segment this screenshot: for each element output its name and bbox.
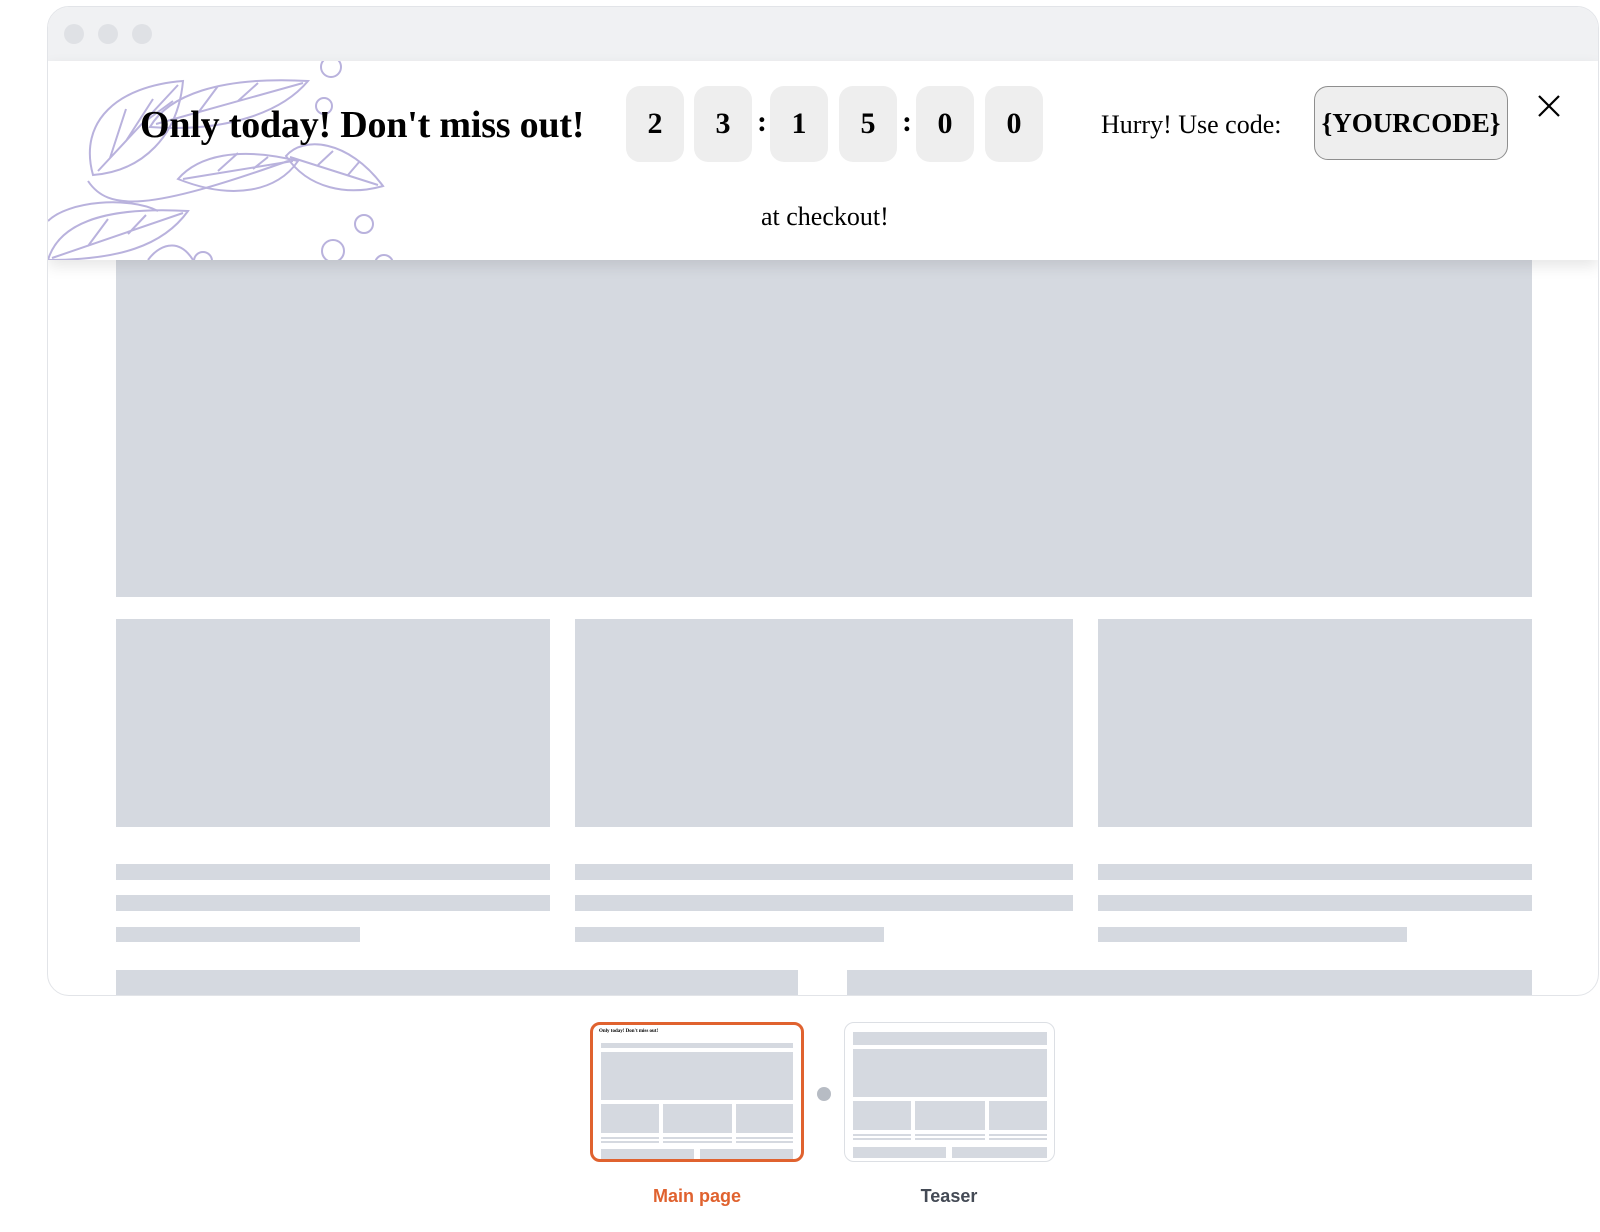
thumbnail-skeleton — [989, 1101, 1047, 1130]
skeleton-text-line — [116, 864, 550, 880]
thumbnail-skeleton — [601, 1052, 793, 1100]
thumbnail-skeleton — [853, 1138, 911, 1140]
close-banner-button[interactable] — [1534, 91, 1564, 121]
thumbnail-skeleton — [915, 1101, 985, 1130]
countdown-hours-digit: 3 — [694, 86, 752, 162]
skeleton-footer-block — [847, 970, 1532, 995]
thumbnail-skeleton — [989, 1134, 1047, 1136]
countdown-separator: : — [757, 105, 767, 138]
thumbnail-main-page[interactable]: Only today! Don't miss out! — [590, 1022, 804, 1162]
promo-headline: Only today! Don't miss out! — [140, 104, 585, 146]
thumbnail-skeleton — [601, 1149, 694, 1159]
code-suffix-text: at checkout! — [761, 202, 889, 231]
countdown-separator: : — [902, 105, 912, 138]
window-dot — [132, 24, 152, 44]
thumbnail-skeleton — [736, 1137, 793, 1139]
browser-titlebar — [48, 7, 1598, 61]
countdown-minutes-digit: 5 — [839, 86, 897, 162]
thumbnail-teaser[interactable] — [844, 1022, 1055, 1162]
thumbnail-skeleton — [663, 1137, 732, 1139]
thumbnail-skeleton — [736, 1141, 793, 1143]
thumbnail-skeleton — [915, 1134, 985, 1136]
skeleton-text-line — [1098, 927, 1407, 942]
window-dot — [98, 24, 118, 44]
thumbnail-label-main-page[interactable]: Main page — [600, 1186, 794, 1207]
skeleton-card-image — [1098, 619, 1532, 827]
thumbnail-skeleton — [853, 1032, 1047, 1045]
window-dot — [64, 24, 84, 44]
skeleton-text-line — [575, 864, 1073, 880]
thumbnail-label-teaser[interactable]: Teaser — [849, 1186, 1049, 1207]
thumbnail-skeleton — [853, 1049, 1047, 1097]
skeleton-text-line — [1098, 864, 1532, 880]
skeleton-card-image — [116, 619, 550, 827]
browser-window-mockup: Only today! Don't miss out! 2 3 : 1 5 : … — [47, 6, 1599, 996]
thumbnail-skeleton — [601, 1141, 659, 1143]
thumbnail-skeleton — [853, 1134, 911, 1136]
close-icon — [1538, 95, 1560, 117]
skeleton-text-line — [116, 927, 360, 942]
thumbnail-skeleton — [601, 1043, 793, 1048]
thumbnail-skeleton — [663, 1141, 732, 1143]
skeleton-footer-block — [116, 970, 798, 995]
thumbnail-skeleton — [952, 1147, 1047, 1158]
skeleton-text-line — [1098, 895, 1532, 911]
thumbnail-mini-headline: Only today! Don't miss out! — [599, 1029, 659, 1034]
thumbnail-skeleton — [853, 1101, 911, 1130]
thumbnail-separator-dot — [817, 1087, 831, 1101]
leaf-decoration-icon — [48, 61, 394, 260]
skeleton-text-line — [116, 895, 550, 911]
thumbnail-skeleton — [700, 1149, 793, 1159]
promo-code-button[interactable]: {YOURCODE} — [1314, 86, 1508, 160]
skeleton-text-line — [575, 927, 884, 942]
countdown-seconds-digit: 0 — [916, 86, 974, 162]
thumbnail-skeleton — [663, 1104, 732, 1133]
thumbnail-mini-banner: Only today! Don't miss out! — [599, 1029, 795, 1043]
skeleton-hero — [116, 257, 1532, 597]
thumbnail-skeleton — [989, 1138, 1047, 1140]
skeleton-text-line — [575, 895, 1073, 911]
countdown-seconds-digit: 0 — [985, 86, 1043, 162]
thumbnail-skeleton — [736, 1104, 793, 1133]
thumbnail-skeleton — [853, 1147, 946, 1158]
countdown-minutes-digit: 1 — [770, 86, 828, 162]
thumbnail-skeleton — [601, 1137, 659, 1139]
skeleton-card-image — [575, 619, 1073, 827]
thumbnail-skeleton — [601, 1104, 659, 1133]
promo-banner: Only today! Don't miss out! 2 3 : 1 5 : … — [48, 61, 1598, 260]
thumbnail-skeleton — [915, 1138, 985, 1140]
code-prefix-text: Hurry! Use code: — [1101, 110, 1282, 139]
countdown-hours-digit: 2 — [626, 86, 684, 162]
